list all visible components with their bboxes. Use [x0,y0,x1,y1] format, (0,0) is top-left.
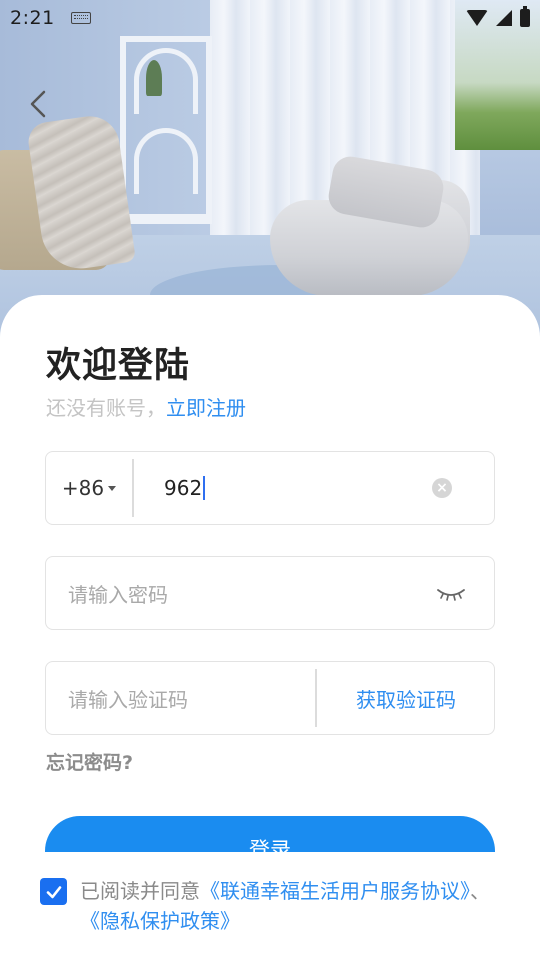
wifi-icon [466,10,488,26]
divider [132,459,134,517]
page-title: 欢迎登陆 [46,346,191,386]
register-prompt: 还没有账号，立即注册 [46,392,246,421]
chevron-left-icon [30,90,46,118]
status-time: 2:21 [10,7,55,29]
agreement-checkbox[interactable] [40,878,67,905]
country-code-selector[interactable]: +86 [46,452,132,524]
agreement-separator: 、 [470,879,490,903]
status-bar: 2:21 [0,0,540,36]
keyboard-icon [70,12,91,24]
back-button[interactable] [26,86,50,122]
phone-input[interactable]: 962 [164,452,206,524]
clear-icon[interactable]: × [432,478,452,498]
password-field[interactable]: 请输入密码 [45,556,495,630]
hero-shelf [120,36,212,224]
country-code: +86 [61,476,105,500]
signal-icon [496,10,512,26]
text-cursor [203,476,206,500]
phone-input-value: 962 [164,476,203,500]
verification-code-field[interactable]: 请输入验证码 获取验证码 [45,661,495,735]
checkmark-icon [46,885,61,898]
password-placeholder: 请输入密码 [68,582,168,607]
shelf-arch [134,128,198,194]
register-link[interactable]: 立即注册 [166,396,246,420]
battery-icon [520,6,530,27]
agreement-prefix: 已阅读并同意 [80,879,200,903]
shelf-arch [134,48,198,114]
register-prompt-text: 还没有账号， [46,396,166,420]
eye-closed-icon[interactable] [436,583,466,603]
terms-link[interactable]: 《联通幸福生活用户服务协议》 [200,879,470,903]
privacy-link[interactable]: 《隐私保护政策》 [80,909,240,933]
hero-image [0,0,540,340]
status-icons [466,6,530,27]
verification-code-placeholder: 请输入验证码 [68,687,188,712]
phone-field[interactable]: +86 962 × [45,451,495,525]
forgot-password-link[interactable]: 忘记密码? [46,748,133,775]
agreement-text: 已阅读并同意《联通幸福生活用户服务协议》、《隐私保护政策》 [80,876,500,936]
caret-down-icon [108,485,117,491]
get-code-button[interactable]: 获取验证码 [317,662,495,734]
hero-plant [146,60,162,96]
